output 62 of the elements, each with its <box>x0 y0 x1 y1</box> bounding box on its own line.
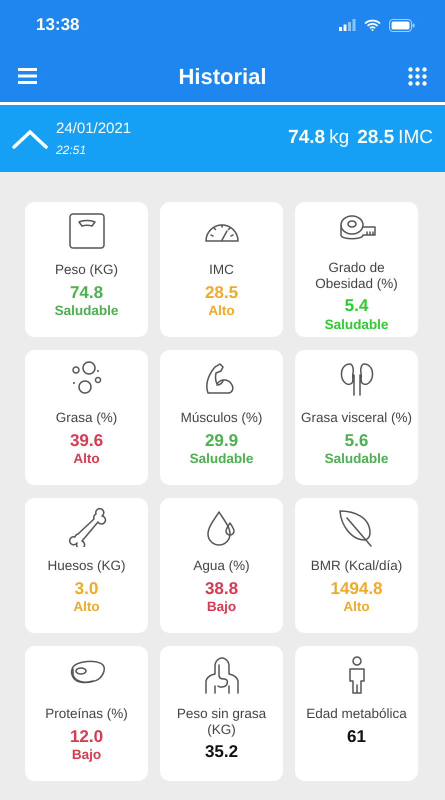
metric-value: 38.8 <box>204 578 238 599</box>
metric-card[interactable]: Músculos (%) 29.9 Saludable <box>160 350 283 485</box>
page-title: Historial <box>178 62 267 90</box>
metric-card[interactable]: Peso sin grasa (KG) 35.2 <box>160 646 283 781</box>
collapse-chevron-icon[interactable] <box>12 128 48 148</box>
metric-status: Alto <box>73 598 100 616</box>
metric-label: Músculos (%) <box>180 410 262 426</box>
metric-status: Alto <box>208 302 235 320</box>
grid-menu-icon[interactable] <box>408 66 427 86</box>
metric-label: Peso sin grasa (KG) <box>176 706 268 738</box>
signal-icon <box>339 19 356 31</box>
metric-status: Saludable <box>54 302 118 320</box>
metric-label: IMC <box>209 262 234 278</box>
metric-status: Saludable <box>324 316 388 333</box>
metric-label: Proteínas (%) <box>45 706 128 722</box>
metric-status: Saludable <box>190 450 254 468</box>
metric-label: Agua (%) <box>193 558 250 574</box>
scale-icon <box>66 211 106 251</box>
metric-label: Huesos (KG) <box>47 558 126 574</box>
metric-card[interactable]: Grasa (%) 39.6 Alto <box>25 350 148 485</box>
metric-value: 39.6 <box>70 430 104 451</box>
metric-value: 3.0 <box>74 578 98 599</box>
metric-value: 5.4 <box>344 296 368 317</box>
metric-card[interactable]: Grasa visceral (%) 5.6 Saludable <box>295 350 418 485</box>
metric-status: Alto <box>343 598 370 616</box>
metric-value: 28.5 <box>204 282 238 303</box>
bmi-value: 28.5 <box>357 126 394 150</box>
bone-icon <box>66 507 106 547</box>
metric-label: Grasa visceral (%) <box>300 410 412 426</box>
metric-status: Alto <box>73 450 100 468</box>
metric-label: Edad metabólica <box>306 706 407 722</box>
metric-value: 1494.8 <box>330 578 382 599</box>
battery-icon <box>389 18 415 32</box>
metric-card[interactable]: Grado de Obesidad (%) 5.4 Saludable <box>295 202 418 337</box>
metric-value: 35.2 <box>204 742 238 762</box>
metric-value: 29.9 <box>204 430 238 451</box>
record-time: 22:51 <box>56 142 88 159</box>
metric-card[interactable]: Peso (KG) 74.8 Saludable <box>25 202 148 337</box>
metric-value: 61 <box>347 726 366 747</box>
metric-status: Bajo <box>72 746 102 764</box>
metric-card[interactable]: Proteínas (%) 12.0 Bajo <box>25 646 148 781</box>
metric-label: Grasa (%) <box>56 410 118 426</box>
metric-label: Grado de Obesidad (%) <box>314 260 399 292</box>
metric-label: Peso (KG) <box>54 262 118 278</box>
metric-card[interactable]: BMR (Kcal/día) 1494.8 Alto <box>295 498 418 633</box>
metric-card[interactable]: IMC 28.5 Alto <box>160 202 283 337</box>
metric-card[interactable]: Agua (%) 38.8 Bajo <box>160 498 283 633</box>
wifi-icon <box>364 19 381 31</box>
status-time: 13:38 <box>36 14 80 36</box>
menu-icon[interactable] <box>18 68 37 84</box>
metric-card[interactable]: Huesos (KG) 3.0 Alto <box>25 498 148 633</box>
metric-card[interactable]: Edad metabólica 61 <box>295 646 418 781</box>
metric-status: Bajo <box>206 598 236 616</box>
metric-value: 74.8 <box>70 282 104 303</box>
bmi-unit: IMC <box>398 126 433 150</box>
metric-value: 12.0 <box>70 726 104 747</box>
metric-status: Saludable <box>324 450 388 468</box>
metric-label: BMR (Kcal/día) <box>310 558 402 574</box>
weight-unit: kg <box>329 126 350 150</box>
weight-value: 74.8 <box>288 126 326 150</box>
record-date: 24/01/2021 <box>56 119 132 140</box>
metric-value: 5.6 <box>344 430 368 451</box>
